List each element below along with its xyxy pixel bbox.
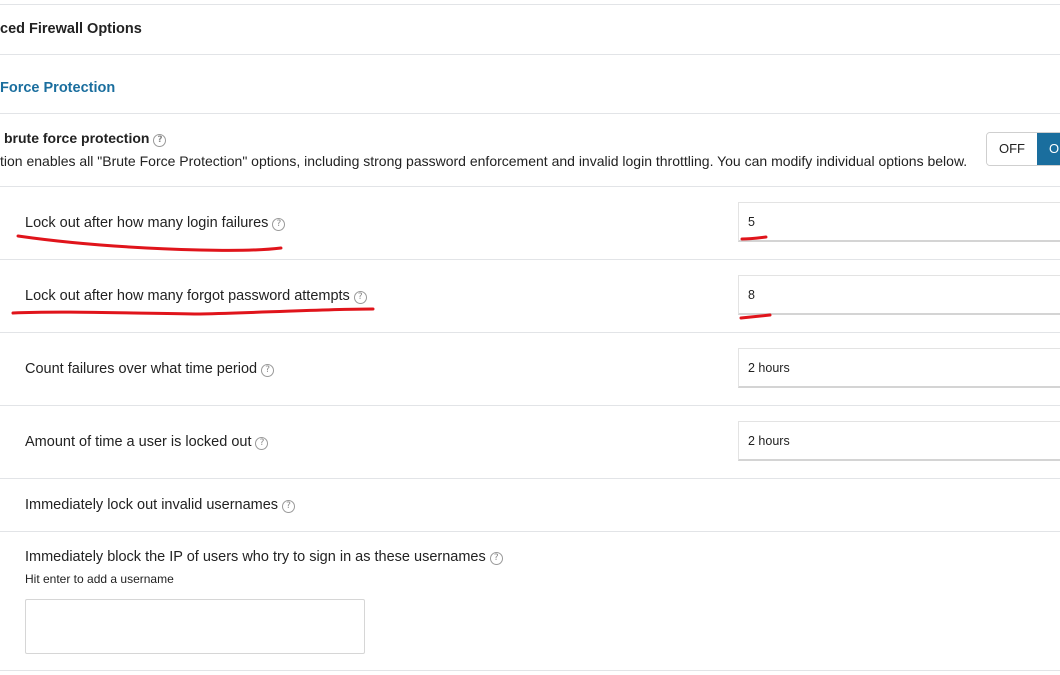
enable-brute-force-row: brute force protection? tion enables all… [0, 114, 1060, 186]
brute-force-toggle[interactable]: OFF O [986, 132, 1060, 166]
lockout-time-label: Amount of time a user is locked out [25, 434, 252, 450]
invalid-usernames-label: Immediately lock out invalid usernames [25, 497, 279, 513]
toggle-on-option[interactable]: O [1037, 133, 1060, 165]
brute-force-protection-title: Force Protection [0, 80, 116, 96]
time-period-row: Count failures over what time period? 2 … [0, 333, 1060, 405]
usernames-textarea[interactable] [25, 599, 365, 654]
lockout-time-row: Amount of time a user is locked out? 2 h… [0, 406, 1060, 478]
help-icon[interactable]: ? [261, 364, 275, 377]
bottom-divider [0, 670, 1060, 671]
help-icon[interactable]: ? [489, 552, 503, 565]
time-period-label: Count failures over what time period [25, 361, 258, 377]
brute-force-protection-header[interactable]: Force Protection [0, 55, 1060, 113]
help-icon[interactable]: ? [282, 500, 296, 513]
block-usernames-hint: Hit enter to add a username [25, 572, 174, 586]
login-failures-row: Lock out after how many login failures? … [0, 187, 1060, 259]
time-period-select[interactable]: 2 hours [738, 348, 1060, 388]
login-failures-input[interactable]: 5 [738, 202, 1060, 242]
lockout-time-select[interactable]: 2 hours [738, 421, 1060, 461]
advanced-firewall-options-title: ced Firewall Options [0, 21, 142, 37]
block-usernames-label: Immediately block the IP of users who tr… [25, 549, 486, 565]
forgot-password-input[interactable]: 8 [738, 275, 1060, 315]
help-icon[interactable]: ? [353, 291, 367, 304]
invalid-usernames-row: Immediately lock out invalid usernames? [0, 479, 1060, 531]
login-failures-label: Lock out after how many login failures [25, 215, 269, 231]
forgot-password-row: Lock out after how many forgot password … [0, 260, 1060, 332]
help-icon[interactable]: ? [255, 437, 269, 450]
help-icon[interactable]: ? [153, 134, 167, 147]
forgot-password-label: Lock out after how many forgot password … [25, 288, 350, 304]
enable-brute-force-description: tion enables all "Brute Force Protection… [0, 153, 968, 169]
enable-brute-force-label: brute force protection [4, 130, 150, 146]
help-icon[interactable]: ? [272, 218, 286, 231]
block-usernames-row: Immediately block the IP of users who tr… [0, 532, 1060, 670]
toggle-off-option[interactable]: OFF [987, 133, 1037, 165]
advanced-firewall-options-header[interactable]: ced Firewall Options [0, 5, 1060, 54]
